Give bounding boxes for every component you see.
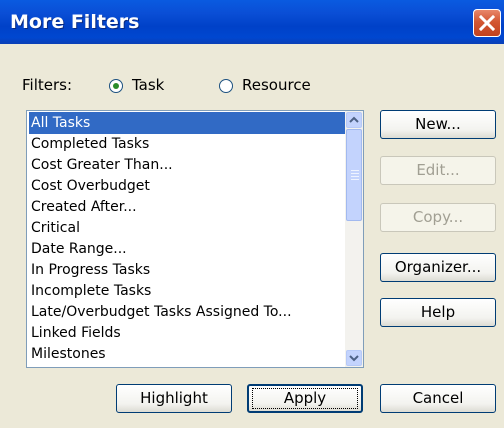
- list-item[interactable]: Critical: [29, 217, 82, 239]
- close-icon: [479, 15, 495, 31]
- scroll-thumb[interactable]: [346, 129, 362, 221]
- filter-list[interactable]: All Tasks Completed Tasks Cost Greater T…: [26, 110, 364, 368]
- list-item[interactable]: Milestones: [29, 343, 108, 365]
- list-item[interactable]: All Tasks: [29, 112, 346, 134]
- radio-task-indicator[interactable]: [109, 79, 123, 93]
- list-item[interactable]: Cost Greater Than...: [29, 154, 175, 176]
- window-title: More Filters: [10, 11, 140, 33]
- cancel-button[interactable]: Cancel: [380, 384, 496, 413]
- help-button[interactable]: Help: [380, 298, 496, 327]
- edit-button[interactable]: Edit...: [380, 156, 496, 185]
- organizer-button[interactable]: Organizer...: [380, 253, 496, 282]
- title-bar[interactable]: More Filters: [0, 0, 504, 44]
- chevron-down-icon: [349, 355, 359, 362]
- list-item[interactable]: Linked Fields: [29, 322, 123, 344]
- list-item[interactable]: Completed Tasks: [29, 133, 151, 155]
- list-item[interactable]: In Progress Tasks: [29, 259, 152, 281]
- list-item[interactable]: Incomplete Tasks: [29, 280, 153, 302]
- scroll-up-button[interactable]: [346, 112, 362, 128]
- filters-label: Filters:: [22, 76, 73, 94]
- list-item[interactable]: Date Range...: [29, 238, 129, 260]
- list-item[interactable]: Cost Overbudget: [29, 175, 152, 197]
- apply-button[interactable]: Apply: [247, 384, 363, 413]
- scroll-down-button[interactable]: [346, 350, 362, 366]
- radio-resource-indicator[interactable]: [219, 79, 233, 93]
- copy-button[interactable]: Copy...: [380, 203, 496, 232]
- list-item[interactable]: Created After...: [29, 196, 139, 218]
- vertical-scrollbar[interactable]: [345, 111, 363, 367]
- radio-task-label: Task: [132, 76, 165, 94]
- radio-resource-label: Resource: [242, 76, 311, 94]
- list-item[interactable]: Late/Overbudget Tasks Assigned To...: [29, 301, 294, 323]
- close-button[interactable]: [473, 9, 501, 37]
- radio-resource[interactable]: Resource: [218, 74, 328, 96]
- highlight-button[interactable]: Highlight: [116, 384, 232, 413]
- more-filters-dialog: More Filters Filters: Task Resource All …: [0, 0, 504, 428]
- radio-task[interactable]: Task: [108, 74, 188, 96]
- chevron-up-icon: [349, 116, 359, 123]
- new-button[interactable]: New...: [380, 110, 496, 139]
